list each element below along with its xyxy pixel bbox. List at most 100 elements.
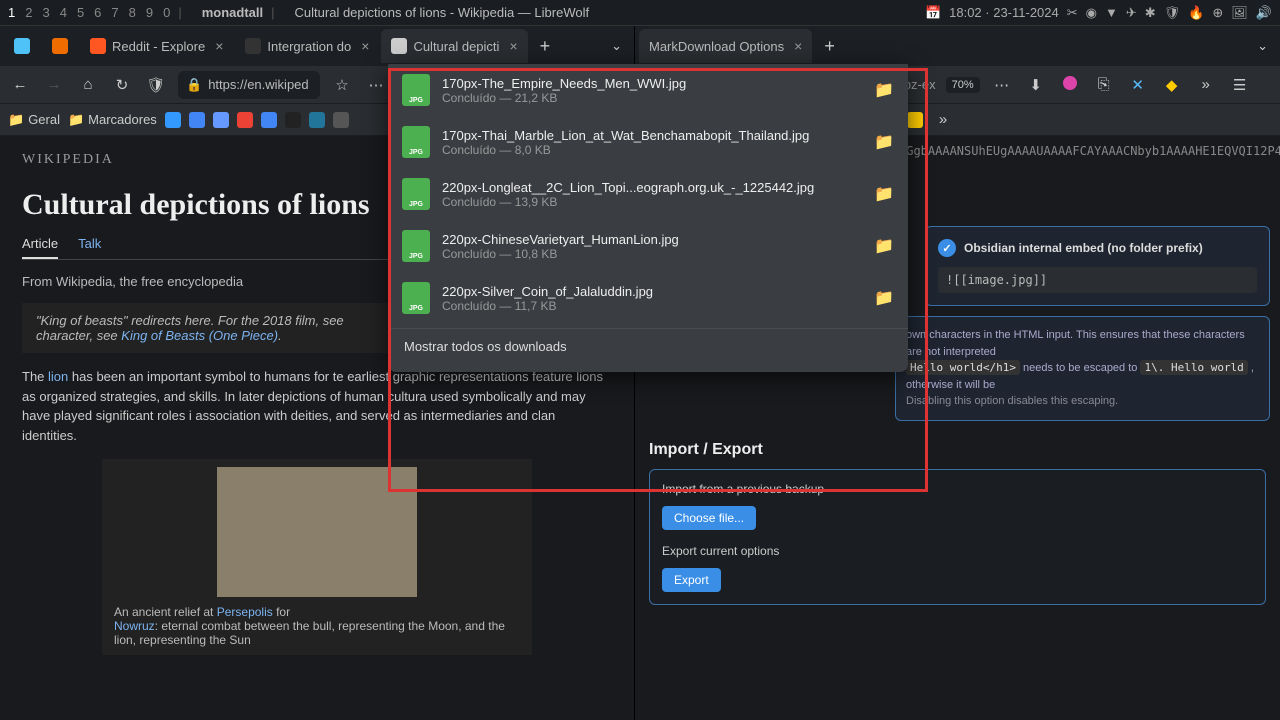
tab-pinned-1[interactable] xyxy=(4,29,40,63)
volume-icon[interactable]: 🔊 xyxy=(1256,5,1272,21)
tab-integration[interactable]: Intergration do× xyxy=(235,29,379,63)
workspace-0[interactable]: 0 xyxy=(163,5,170,20)
download-item[interactable]: 220px-Silver_Coin_of_Jalaluddin.jpgConcl… xyxy=(388,272,908,324)
taskbar-tray: 📅 18:02 · 23-11-2024 ✂ ◉ ▼ ✈ ✱ 🛡 🔥 ⊕ 🖼 🔊 xyxy=(925,5,1272,21)
workspace-2[interactable]: 2 xyxy=(25,5,32,20)
caption-link[interactable]: Persepolis xyxy=(217,605,273,619)
show-all-downloads-button[interactable]: Mostrar todos os downloads xyxy=(388,328,908,364)
bookmark-icon[interactable] xyxy=(261,112,277,128)
tab-pinned-2[interactable] xyxy=(42,29,78,63)
url-bar[interactable]: 🔒 https://en.wikiped xyxy=(178,71,320,99)
overflow-button[interactable]: » xyxy=(1194,76,1218,93)
option-title: Obsidian internal embed (no folder prefi… xyxy=(964,241,1203,255)
figure-box: An ancient relief at Persepolis for Nowr… xyxy=(102,459,532,655)
bookmark-icon[interactable] xyxy=(333,112,349,128)
tab-wikipedia[interactable]: Cultural depicti× xyxy=(381,29,527,63)
tray-icon[interactable]: 🔥 xyxy=(1188,5,1204,21)
workspace-1[interactable]: 1 xyxy=(8,5,15,20)
bookmark-icon[interactable] xyxy=(907,112,923,128)
bookmark-icon[interactable] xyxy=(285,112,301,128)
jpg-file-icon xyxy=(402,74,430,106)
bookmark-icon[interactable] xyxy=(213,112,229,128)
open-folder-icon[interactable]: 📁 xyxy=(874,132,894,152)
workspace-9[interactable]: 9 xyxy=(146,5,153,20)
ext-icon[interactable]: ◆ xyxy=(1160,76,1184,94)
tab-reddit[interactable]: Reddit - Explore× xyxy=(80,29,233,63)
bookmark-star-icon[interactable]: ☆ xyxy=(330,76,354,94)
tray-icon[interactable]: 🛡 xyxy=(1164,5,1181,21)
open-folder-icon[interactable]: 📁 xyxy=(874,184,894,204)
tray-icon[interactable]: ◉ xyxy=(1086,5,1097,21)
back-button[interactable]: ← xyxy=(8,76,32,93)
reload-button[interactable]: ↻ xyxy=(110,76,134,94)
bookmark-folder[interactable]: 📁Geral xyxy=(8,112,60,128)
bluetooth-icon[interactable]: ✱ xyxy=(1145,5,1156,21)
location-icon[interactable]: ✈ xyxy=(1126,5,1137,21)
page-actions-button[interactable]: ⋯ xyxy=(990,76,1014,94)
close-icon[interactable]: × xyxy=(215,38,223,54)
download-filename: 220px-ChineseVarietyart_HumanLion.jpg xyxy=(442,232,862,247)
option-code-preview: ![[image.jpg]] xyxy=(938,267,1257,293)
open-folder-icon[interactable]: 📁 xyxy=(874,80,894,100)
close-icon[interactable]: × xyxy=(509,38,517,54)
wiki-link-lion[interactable]: lion xyxy=(48,369,68,384)
download-status: Concluído — 8,0 KB xyxy=(442,143,862,157)
bookmark-folder[interactable]: 📁Marcadores xyxy=(68,112,157,128)
tray-icon[interactable]: 🖼 xyxy=(1231,5,1248,21)
page-actions-button[interactable]: ⋯ xyxy=(364,76,388,94)
bookmark-icon[interactable] xyxy=(189,112,205,128)
figure-caption: An ancient relief at Persepolis for Nowr… xyxy=(110,605,524,647)
download-item[interactable]: 170px-The_Empire_Needs_Men_WWI.jpgConclu… xyxy=(388,64,908,116)
home-button[interactable]: ⌂ xyxy=(76,76,100,93)
download-filename: 170px-Thai_Marble_Lion_at_Wat_Benchamabo… xyxy=(442,128,862,143)
check-icon: ✓ xyxy=(938,239,956,257)
help-note: own characters in the HTML input. This e… xyxy=(895,316,1270,421)
jpg-file-icon xyxy=(402,178,430,210)
download-status: Concluído — 13,9 KB xyxy=(442,195,862,209)
ext-icon[interactable] xyxy=(1058,76,1082,94)
export-button[interactable]: Export xyxy=(662,568,721,592)
download-item[interactable]: 220px-Longleat__2C_Lion_Topi...eograph.o… xyxy=(388,168,908,220)
close-icon[interactable]: × xyxy=(361,38,369,54)
talk-tab[interactable]: Talk xyxy=(78,236,101,259)
import-export-section: Import / Export Import from a previous b… xyxy=(635,431,1280,625)
app-menu-button[interactable]: ☰ xyxy=(1228,76,1252,94)
lock-icon: 🔒 xyxy=(186,77,202,93)
close-icon[interactable]: × xyxy=(794,38,802,54)
tray-icon[interactable]: ✂ xyxy=(1067,5,1078,21)
wifi-icon[interactable]: ▼ xyxy=(1105,5,1118,20)
workspace-5[interactable]: 5 xyxy=(77,5,84,20)
forward-button[interactable]: → xyxy=(42,76,66,93)
new-tab-button[interactable]: + xyxy=(530,36,561,57)
bookmark-icon[interactable] xyxy=(237,112,253,128)
ext-icon[interactable]: ⎘ xyxy=(1092,76,1116,93)
workspace-8[interactable]: 8 xyxy=(129,5,136,20)
open-folder-icon[interactable]: 📁 xyxy=(874,288,894,308)
tabs-overflow-button[interactable]: ⌄ xyxy=(1249,38,1276,54)
workspace-3[interactable]: 3 xyxy=(42,5,49,20)
download-item[interactable]: 170px-Thai_Marble_Lion_at_Wat_Benchamabo… xyxy=(388,116,908,168)
zoom-indicator[interactable]: 70% xyxy=(946,77,980,93)
article-tab[interactable]: Article xyxy=(22,236,58,259)
workspace-7[interactable]: 7 xyxy=(111,5,118,20)
ext-icon[interactable]: ✕ xyxy=(1126,76,1150,94)
open-folder-icon[interactable]: 📁 xyxy=(874,236,894,256)
tray-icon[interactable]: ⊕ xyxy=(1212,5,1223,21)
option-card[interactable]: ✓ Obsidian internal embed (no folder pre… xyxy=(925,226,1270,306)
caption-link[interactable]: Nowruz xyxy=(114,619,155,633)
hatnote-link[interactable]: King of Beasts (One Piece) xyxy=(121,328,278,343)
new-tab-button[interactable]: + xyxy=(814,36,845,57)
tabs-overflow-button[interactable]: ⌄ xyxy=(603,38,630,54)
choose-file-button[interactable]: Choose file... xyxy=(662,506,756,530)
figure-image[interactable] xyxy=(217,467,417,597)
workspace-6[interactable]: 6 xyxy=(94,5,101,20)
code-overflow: KGgbAAAANSUhEUgAAAAUAAAAFCAYAAACNbyb1AAA… xyxy=(895,140,1280,162)
bookmarks-overflow[interactable]: » xyxy=(931,111,955,128)
bookmark-icon[interactable] xyxy=(309,112,325,128)
shield-icon[interactable]: 🛡 xyxy=(144,76,168,94)
download-item[interactable]: 220px-ChineseVarietyart_HumanLion.jpgCon… xyxy=(388,220,908,272)
downloads-button[interactable]: ⬇ xyxy=(1024,76,1048,94)
workspace-4[interactable]: 4 xyxy=(60,5,67,20)
tab-markdownload[interactable]: MarkDownload Options× xyxy=(639,29,812,63)
bookmark-icon[interactable] xyxy=(165,112,181,128)
